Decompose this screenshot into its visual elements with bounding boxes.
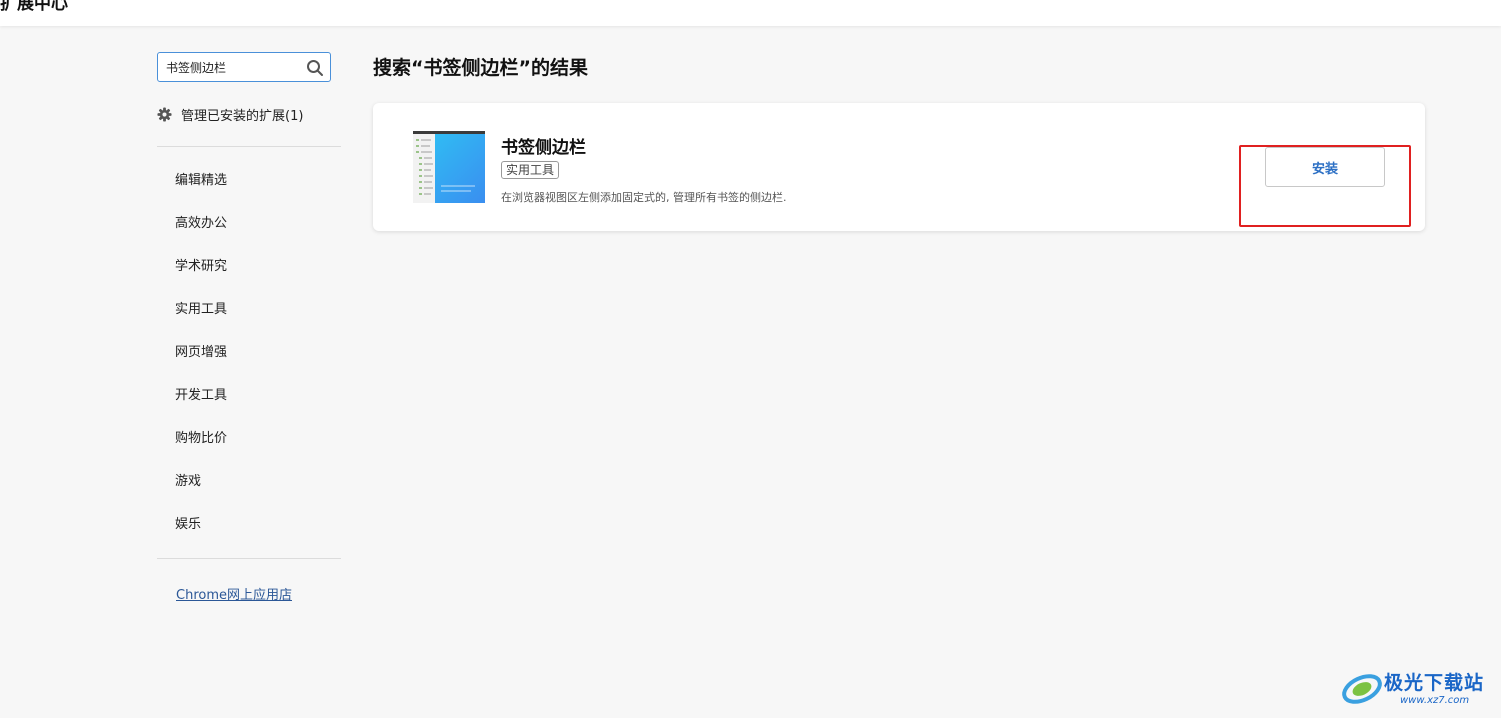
extension-category-tag: 实用工具: [501, 161, 560, 179]
category-item-games[interactable]: 游戏: [175, 471, 227, 514]
search-box[interactable]: [157, 52, 331, 82]
app-title: 扩展中心: [0, 0, 68, 14]
watermark-text: 极光下载站: [1384, 672, 1485, 694]
category-list: 编辑精选 高效办公 学术研究 实用工具 网页增强 开发工具 购物比价 游戏 娱乐: [175, 170, 227, 557]
search-input[interactable]: [166, 58, 301, 76]
chrome-web-store-link[interactable]: Chrome网上应用店: [176, 584, 292, 603]
category-item-dev-tools[interactable]: 开发工具: [175, 385, 227, 428]
results-title: 搜索“书签侧边栏”的结果: [373, 57, 588, 79]
top-bar: 扩展中心: [0, 0, 1501, 26]
watermark: 极光下载站 www.xz7.com: [1340, 662, 1490, 712]
gear-icon: [157, 106, 172, 122]
watermark-logo-icon: [1342, 674, 1382, 704]
manage-label: 管理已安装的扩展(1): [181, 108, 304, 124]
sidebar-divider: [157, 558, 341, 559]
category-item-productivity[interactable]: 高效办公: [175, 213, 227, 256]
sidebar-divider: [157, 146, 341, 147]
category-item-editors-pick[interactable]: 编辑精选: [175, 170, 227, 213]
watermark-url: www.xz7.com: [1400, 695, 1470, 706]
extension-name[interactable]: 书签侧边栏: [501, 133, 586, 158]
highlight-annotation-box: [1239, 145, 1411, 227]
category-item-web-enhance[interactable]: 网页增强: [175, 342, 227, 385]
manage-installed-extensions[interactable]: 管理已安装的扩展(1): [157, 104, 303, 124]
extension-thumbnail: [413, 131, 485, 203]
category-item-shopping[interactable]: 购物比价: [175, 428, 227, 471]
search-icon[interactable]: [306, 59, 324, 77]
category-item-utilities[interactable]: 实用工具: [175, 299, 227, 342]
extension-description: 在浏览器视图区左侧添加固定式的, 管理所有书签的侧边栏.: [501, 191, 787, 204]
category-item-academic[interactable]: 学术研究: [175, 256, 227, 299]
category-item-entertainment[interactable]: 娱乐: [175, 514, 227, 557]
